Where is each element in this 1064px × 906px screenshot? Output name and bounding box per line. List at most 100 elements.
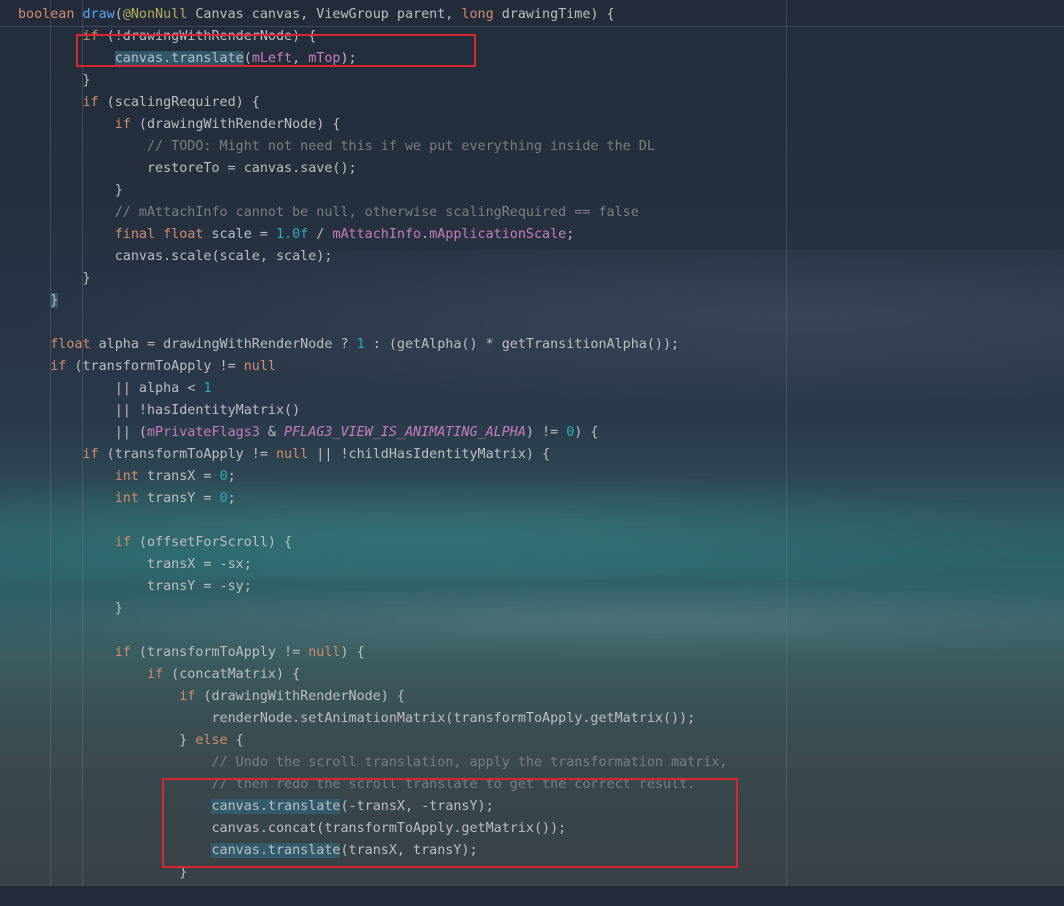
code-line[interactable]: if (scalingRequired) { — [18, 92, 260, 114]
code-token: if — [50, 359, 67, 374]
code-token: canvas.scale(scale, scale); — [18, 249, 333, 264]
code-line[interactable]: float alpha = drawingWithRenderNode ? 1 … — [18, 334, 679, 356]
code-token: 1.0f — [276, 227, 309, 242]
code-token: scale = — [203, 227, 276, 242]
code-line[interactable]: final float scale = 1.0f / mAttachInfo.m… — [18, 224, 575, 246]
code-line[interactable]: } — [18, 180, 123, 202]
code-line[interactable]: renderNode.setAnimationMatrix(transformT… — [18, 708, 695, 730]
code-token: { — [227, 733, 244, 748]
code-line[interactable]: || (mPrivateFlags3 & PFLAG3_VIEW_IS_ANIM… — [18, 422, 599, 444]
code-token: transY = — [138, 491, 220, 506]
code-token: // mAttachInfo cannot be null, otherwise… — [114, 205, 639, 220]
code-line[interactable]: canvas.scale(scale, scale); — [18, 246, 333, 268]
right-margin-guide — [786, 0, 787, 886]
code-token: (transformToApply != — [98, 447, 276, 462]
code-token: (transformToApply != — [130, 645, 309, 660]
code-line[interactable]: } — [18, 598, 123, 620]
code-line[interactable]: } else { — [18, 730, 244, 752]
code-token: || !hasIdentityMatrix() — [18, 403, 301, 418]
code-token: boolean — [18, 7, 83, 22]
code-line[interactable] — [18, 884, 341, 906]
code-token: (offsetForScroll) { — [130, 535, 293, 550]
code-token: long — [461, 7, 494, 22]
code-token: null — [243, 359, 276, 374]
code-token: ; — [227, 491, 236, 506]
code-line[interactable]: if (concatMatrix) { — [18, 664, 300, 686]
code-token: ; — [566, 227, 575, 242]
code-line[interactable]: if (transformToApply != null) { — [18, 642, 365, 664]
code-line[interactable]: // Undo the scroll translation, apply th… — [18, 752, 727, 774]
code-line[interactable]: if (offsetForScroll) { — [18, 532, 292, 554]
code-token: (transformToApply != — [66, 359, 244, 374]
code-token: } — [18, 183, 123, 198]
code-line[interactable]: transY = -sy; — [18, 576, 252, 598]
code-token: 0 — [219, 491, 228, 506]
code-token: transX = — [138, 469, 220, 484]
code-line[interactable]: } — [18, 70, 91, 92]
code-token: renderNode.setAnimationMatrix(transformT… — [18, 711, 696, 726]
code-token: 1 — [356, 337, 365, 352]
code-token: alpha = drawingWithRenderNode ? — [90, 337, 357, 352]
code-token: mPrivateFlags3 — [147, 425, 260, 440]
code-token: ) { — [574, 425, 599, 440]
code-line[interactable]: transX = -sx; — [18, 554, 252, 576]
code-token: if — [114, 645, 131, 660]
code-token: } — [18, 601, 123, 616]
code-token: null — [276, 447, 309, 462]
code-line[interactable]: || alpha < 1 — [18, 378, 212, 400]
code-token: mApplicationScale — [429, 227, 567, 242]
code-token: @NonNull — [122, 7, 188, 22]
code-token: if — [179, 689, 196, 704]
code-token: float — [50, 337, 91, 352]
code-token: if — [82, 447, 99, 462]
code-line[interactable]: // mAttachInfo cannot be null, otherwise… — [18, 202, 639, 224]
code-line[interactable]: if (drawingWithRenderNode) { — [18, 114, 341, 136]
code-line[interactable]: // TODO: Might not need this if we put e… — [18, 136, 655, 158]
code-token: 1 — [203, 381, 212, 396]
code-token: (concatMatrix) { — [163, 667, 301, 682]
code-token: // Undo the scroll translation, apply th… — [211, 755, 728, 770]
code-token: if — [114, 535, 131, 550]
highlight-box-bottom — [162, 778, 738, 868]
code-token: / — [308, 227, 333, 242]
code-token: int — [114, 491, 139, 506]
code-token: if — [147, 667, 164, 682]
code-token: transY = -sy; — [18, 579, 252, 594]
code-token: (scalingRequired) { — [98, 95, 260, 110]
code-token: final float — [114, 227, 204, 242]
code-token: drawingTime) { — [493, 7, 615, 22]
code-line[interactable]: int transX = 0; — [18, 466, 236, 488]
code-line[interactable]: boolean draw(@NonNull Canvas canvas, Vie… — [18, 4, 615, 26]
code-token: null — [308, 645, 341, 660]
code-token: ) != — [525, 425, 567, 440]
code-token: : (getAlpha() * getTransitionAlpha()); — [364, 337, 680, 352]
code-line[interactable]: int transY = 0; — [18, 488, 236, 510]
code-token: & — [259, 425, 285, 440]
code-line[interactable]: if (transformToApply != null — [18, 356, 276, 378]
code-line[interactable]: } — [18, 268, 90, 290]
highlight-box-top — [76, 34, 476, 67]
code-line[interactable]: || !hasIdentityMatrix() — [18, 400, 300, 422]
code-token: || !childHasIdentityMatrix) { — [308, 447, 551, 462]
code-token: PFLAG3_VIEW_IS_ANIMATING_ALPHA — [284, 425, 526, 440]
code-line[interactable]: if (transformToApply != null || !childHa… — [18, 444, 551, 466]
code-line[interactable]: } — [18, 290, 59, 312]
code-token: restoreTo = canvas.save(); — [18, 161, 357, 176]
code-line[interactable]: if (drawingWithRenderNode) { — [18, 686, 405, 708]
code-token: draw — [82, 7, 115, 22]
code-token: 0 — [219, 469, 228, 484]
code-line[interactable]: restoreTo = canvas.save(); — [18, 158, 357, 180]
code-token: } — [18, 73, 91, 88]
code-token: (drawingWithRenderNode) { — [195, 689, 405, 704]
